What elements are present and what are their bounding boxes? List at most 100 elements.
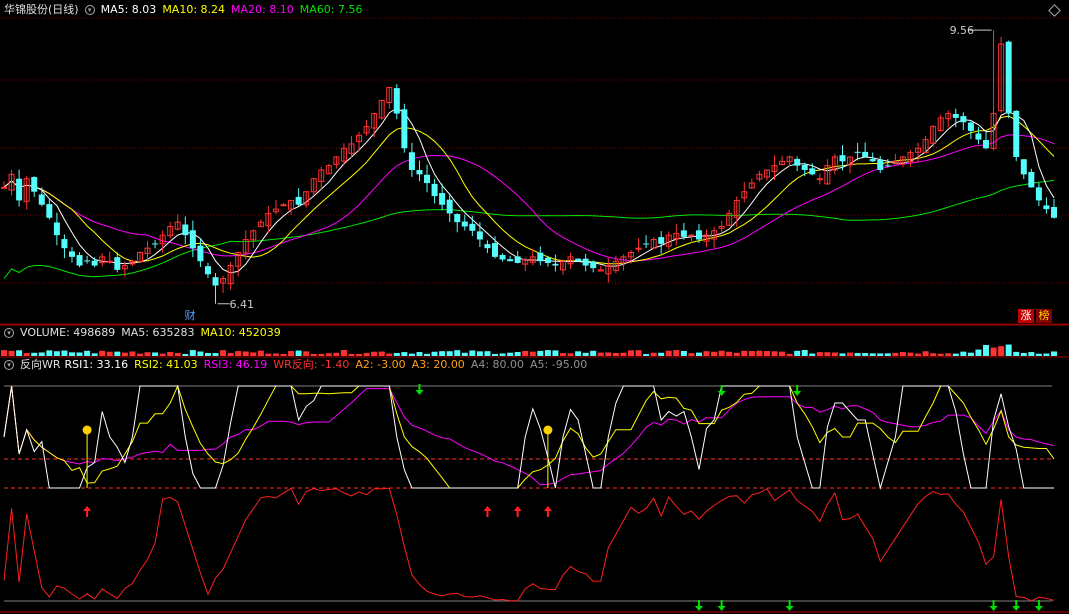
volume-bar [960, 351, 967, 356]
volume-bar [507, 352, 514, 356]
candle-body-down [408, 152, 415, 170]
wr-value: WR反向: -1.40 [273, 358, 350, 371]
volume-bar [363, 353, 370, 356]
volume-bar [673, 350, 680, 356]
volume-bar [68, 352, 75, 356]
volume-bar [46, 350, 53, 356]
volume-settings-icon[interactable]: ▾ [4, 328, 14, 338]
volume-bar [356, 353, 363, 356]
candle-body-down [695, 230, 702, 240]
volume-bar [915, 353, 922, 356]
sell-arrow-icon [717, 600, 726, 611]
volume-bar [680, 350, 687, 356]
volume-bar [907, 352, 914, 356]
volume-bar [235, 351, 242, 356]
candle-body-down [424, 174, 431, 184]
volume-bar [227, 353, 234, 356]
candle-body-down [952, 113, 959, 118]
volume-bar [348, 353, 355, 356]
buy-arrow-icon [483, 506, 492, 517]
signal-dot [82, 425, 92, 435]
volume-bar [288, 351, 295, 356]
volume-bar [204, 353, 211, 356]
volume-bar [635, 350, 642, 356]
candle-body-down [801, 164, 808, 170]
volume-bar [612, 353, 619, 356]
candle-body-down [484, 244, 491, 249]
candlesticks [1, 30, 1057, 304]
a5-value: A5: -95.00 [530, 358, 588, 371]
bang-badge[interactable]: 榜 [1036, 309, 1052, 323]
volume-bar [484, 351, 491, 356]
volume-bar [1051, 351, 1057, 356]
stock-name[interactable]: 华锦股份(日线) [4, 3, 79, 16]
volume-bar [318, 353, 325, 356]
buy-arrow-icon [543, 506, 552, 517]
ma10-legend: MA10: 8.24 [162, 3, 226, 16]
candle-body-down [16, 178, 23, 201]
volume-bar [983, 344, 990, 356]
cai-badge[interactable]: 财 [182, 309, 198, 323]
volume-bar [401, 352, 408, 356]
volume-bar [431, 351, 438, 356]
candle-body-down [189, 230, 196, 249]
volume-bar [325, 353, 332, 356]
volume-bar [590, 350, 597, 356]
candle-body-down [794, 158, 801, 166]
sell-arrow-icon [1034, 600, 1043, 611]
sell-arrow-icon [1012, 600, 1021, 611]
ma60-path [3, 180, 1055, 279]
volume-bar [220, 350, 227, 356]
high-price-label: 9.56 [950, 24, 975, 37]
signal-dot [543, 425, 553, 435]
candle-body-down [983, 140, 990, 149]
volume-bar [446, 351, 453, 356]
indicator-name[interactable]: 反向WR [20, 358, 61, 371]
candle-body-down [960, 116, 967, 123]
stock-chart[interactable]: 9.56 6.41 [0, 0, 1069, 614]
volume-bar [665, 350, 672, 356]
sell-arrow-icon [989, 600, 998, 611]
volume-bar [159, 353, 166, 356]
candle-body-down [469, 223, 476, 231]
volume-bar [552, 350, 559, 356]
main-header: 华锦股份(日线) ▾ MA5: 8.03 MA10: 8.24 MA20: 8.10 MA… [4, 3, 368, 17]
volume-bar [182, 353, 189, 356]
volume-bar [726, 351, 733, 356]
volume-bar [756, 350, 763, 356]
buy-arrow-icon [513, 506, 522, 517]
volume-bar [189, 350, 196, 356]
volume-bar [597, 352, 604, 356]
rsi2-line [3, 384, 1055, 489]
settings-circle-icon[interactable]: ▾ [84, 5, 95, 15]
sell-arrow-icon [717, 385, 726, 396]
zhang-badge[interactable]: 涨 [1018, 309, 1034, 323]
rsi2-value: RSI2: 41.03 [134, 358, 198, 371]
volume-bar [809, 353, 816, 356]
candle-body-down [76, 255, 83, 266]
candle-body-down [476, 231, 483, 240]
volume-bar [688, 353, 695, 356]
buy-arrow-icon [83, 506, 92, 517]
volume-bar [711, 351, 718, 356]
candle-body-down [809, 168, 816, 175]
volume-bars [1, 344, 1057, 356]
volume-bar [1, 350, 7, 356]
volume-bar [99, 350, 106, 356]
ma20-legend: MA20: 8.10 [231, 3, 294, 16]
ma10-line [3, 115, 1055, 265]
sell-arrow-icon [793, 385, 802, 396]
volume-bar [794, 350, 801, 356]
volume-bar [763, 351, 770, 356]
volume-bar [892, 352, 899, 356]
candle-body-down [1005, 41, 1012, 114]
volume-bar [114, 351, 121, 356]
indicator-settings-icon[interactable]: ▾ [4, 360, 14, 370]
low-price-label: 6.41 [230, 298, 255, 311]
candle-body-down [401, 109, 408, 149]
volume-bar [771, 351, 778, 356]
candle-body-down [416, 170, 423, 175]
volume-bar [718, 350, 725, 356]
candle-body-down [552, 263, 559, 266]
candle-body-down [1028, 171, 1035, 188]
